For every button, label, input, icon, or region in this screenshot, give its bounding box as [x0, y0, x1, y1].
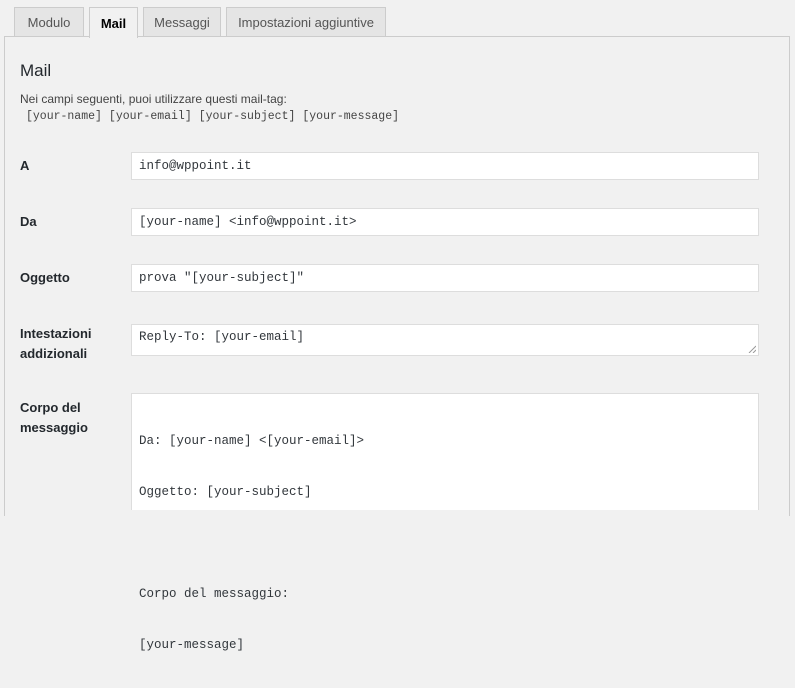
headers-label-line1: Intestazioni — [20, 326, 92, 341]
resize-grip-icon[interactable] — [748, 345, 756, 353]
to-field-value: info@wppoint.it — [139, 159, 252, 173]
body-label: Corpo del messaggio — [20, 398, 88, 438]
body-textarea[interactable]: Da: [your-name] <[your-email]> Oggetto: … — [131, 393, 759, 652]
to-field[interactable]: info@wppoint.it — [131, 152, 759, 180]
headers-label-line2: addizionali — [20, 346, 88, 361]
tab-modulo[interactable]: Modulo — [14, 7, 84, 36]
from-field[interactable]: [your-name] <info@wppoint.it> — [131, 208, 759, 236]
tab-mail[interactable]: Mail — [89, 7, 138, 38]
subject-field-value: prova "[your-subject]" — [139, 271, 305, 285]
mail-tags-description: Nei campi seguenti, puoi utilizzare ques… — [20, 92, 287, 106]
mail-tag-your-name[interactable]: [your-name] — [26, 110, 102, 123]
tab-impostazioni-aggiuntive[interactable]: Impostazioni aggiuntive — [226, 7, 386, 36]
body-line: [your-message] — [139, 638, 245, 652]
from-label: Da — [20, 214, 37, 229]
headers-textarea-value: Reply-To: [your-email] — [139, 330, 305, 344]
mail-tag-your-email[interactable]: [your-email] — [109, 110, 192, 123]
mail-tag-your-subject[interactable]: [your-subject] — [199, 110, 296, 123]
body-line — [139, 535, 364, 552]
body-line: Da: [your-name] <[your-email]> — [139, 434, 365, 448]
mail-tag-your-message[interactable]: [your-message] — [302, 110, 399, 123]
body-line: Oggetto: [your-subject] — [139, 485, 312, 499]
from-field-value: [your-name] <info@wppoint.it> — [139, 215, 357, 229]
tab-bar: Modulo Mail Messaggi Impostazioni aggiun… — [0, 0, 795, 38]
headers-textarea[interactable]: Reply-To: [your-email] — [131, 324, 759, 356]
to-label: A — [20, 158, 30, 173]
body-label-line2: messaggio — [20, 420, 88, 435]
headers-label: Intestazioni addizionali — [20, 324, 92, 364]
body-line: Corpo del messaggio: — [139, 587, 290, 601]
mail-tags-list: [your-name] [your-email] [your-subject] … — [26, 110, 399, 123]
tab-messaggi[interactable]: Messaggi — [143, 7, 221, 36]
subject-field[interactable]: prova "[your-subject]" — [131, 264, 759, 292]
subject-label: Oggetto — [20, 270, 70, 285]
body-textarea-value: Da: [your-name] <[your-email]> Oggetto: … — [139, 399, 364, 688]
body-label-line1: Corpo del — [20, 400, 81, 415]
section-title: Mail — [20, 61, 52, 80]
